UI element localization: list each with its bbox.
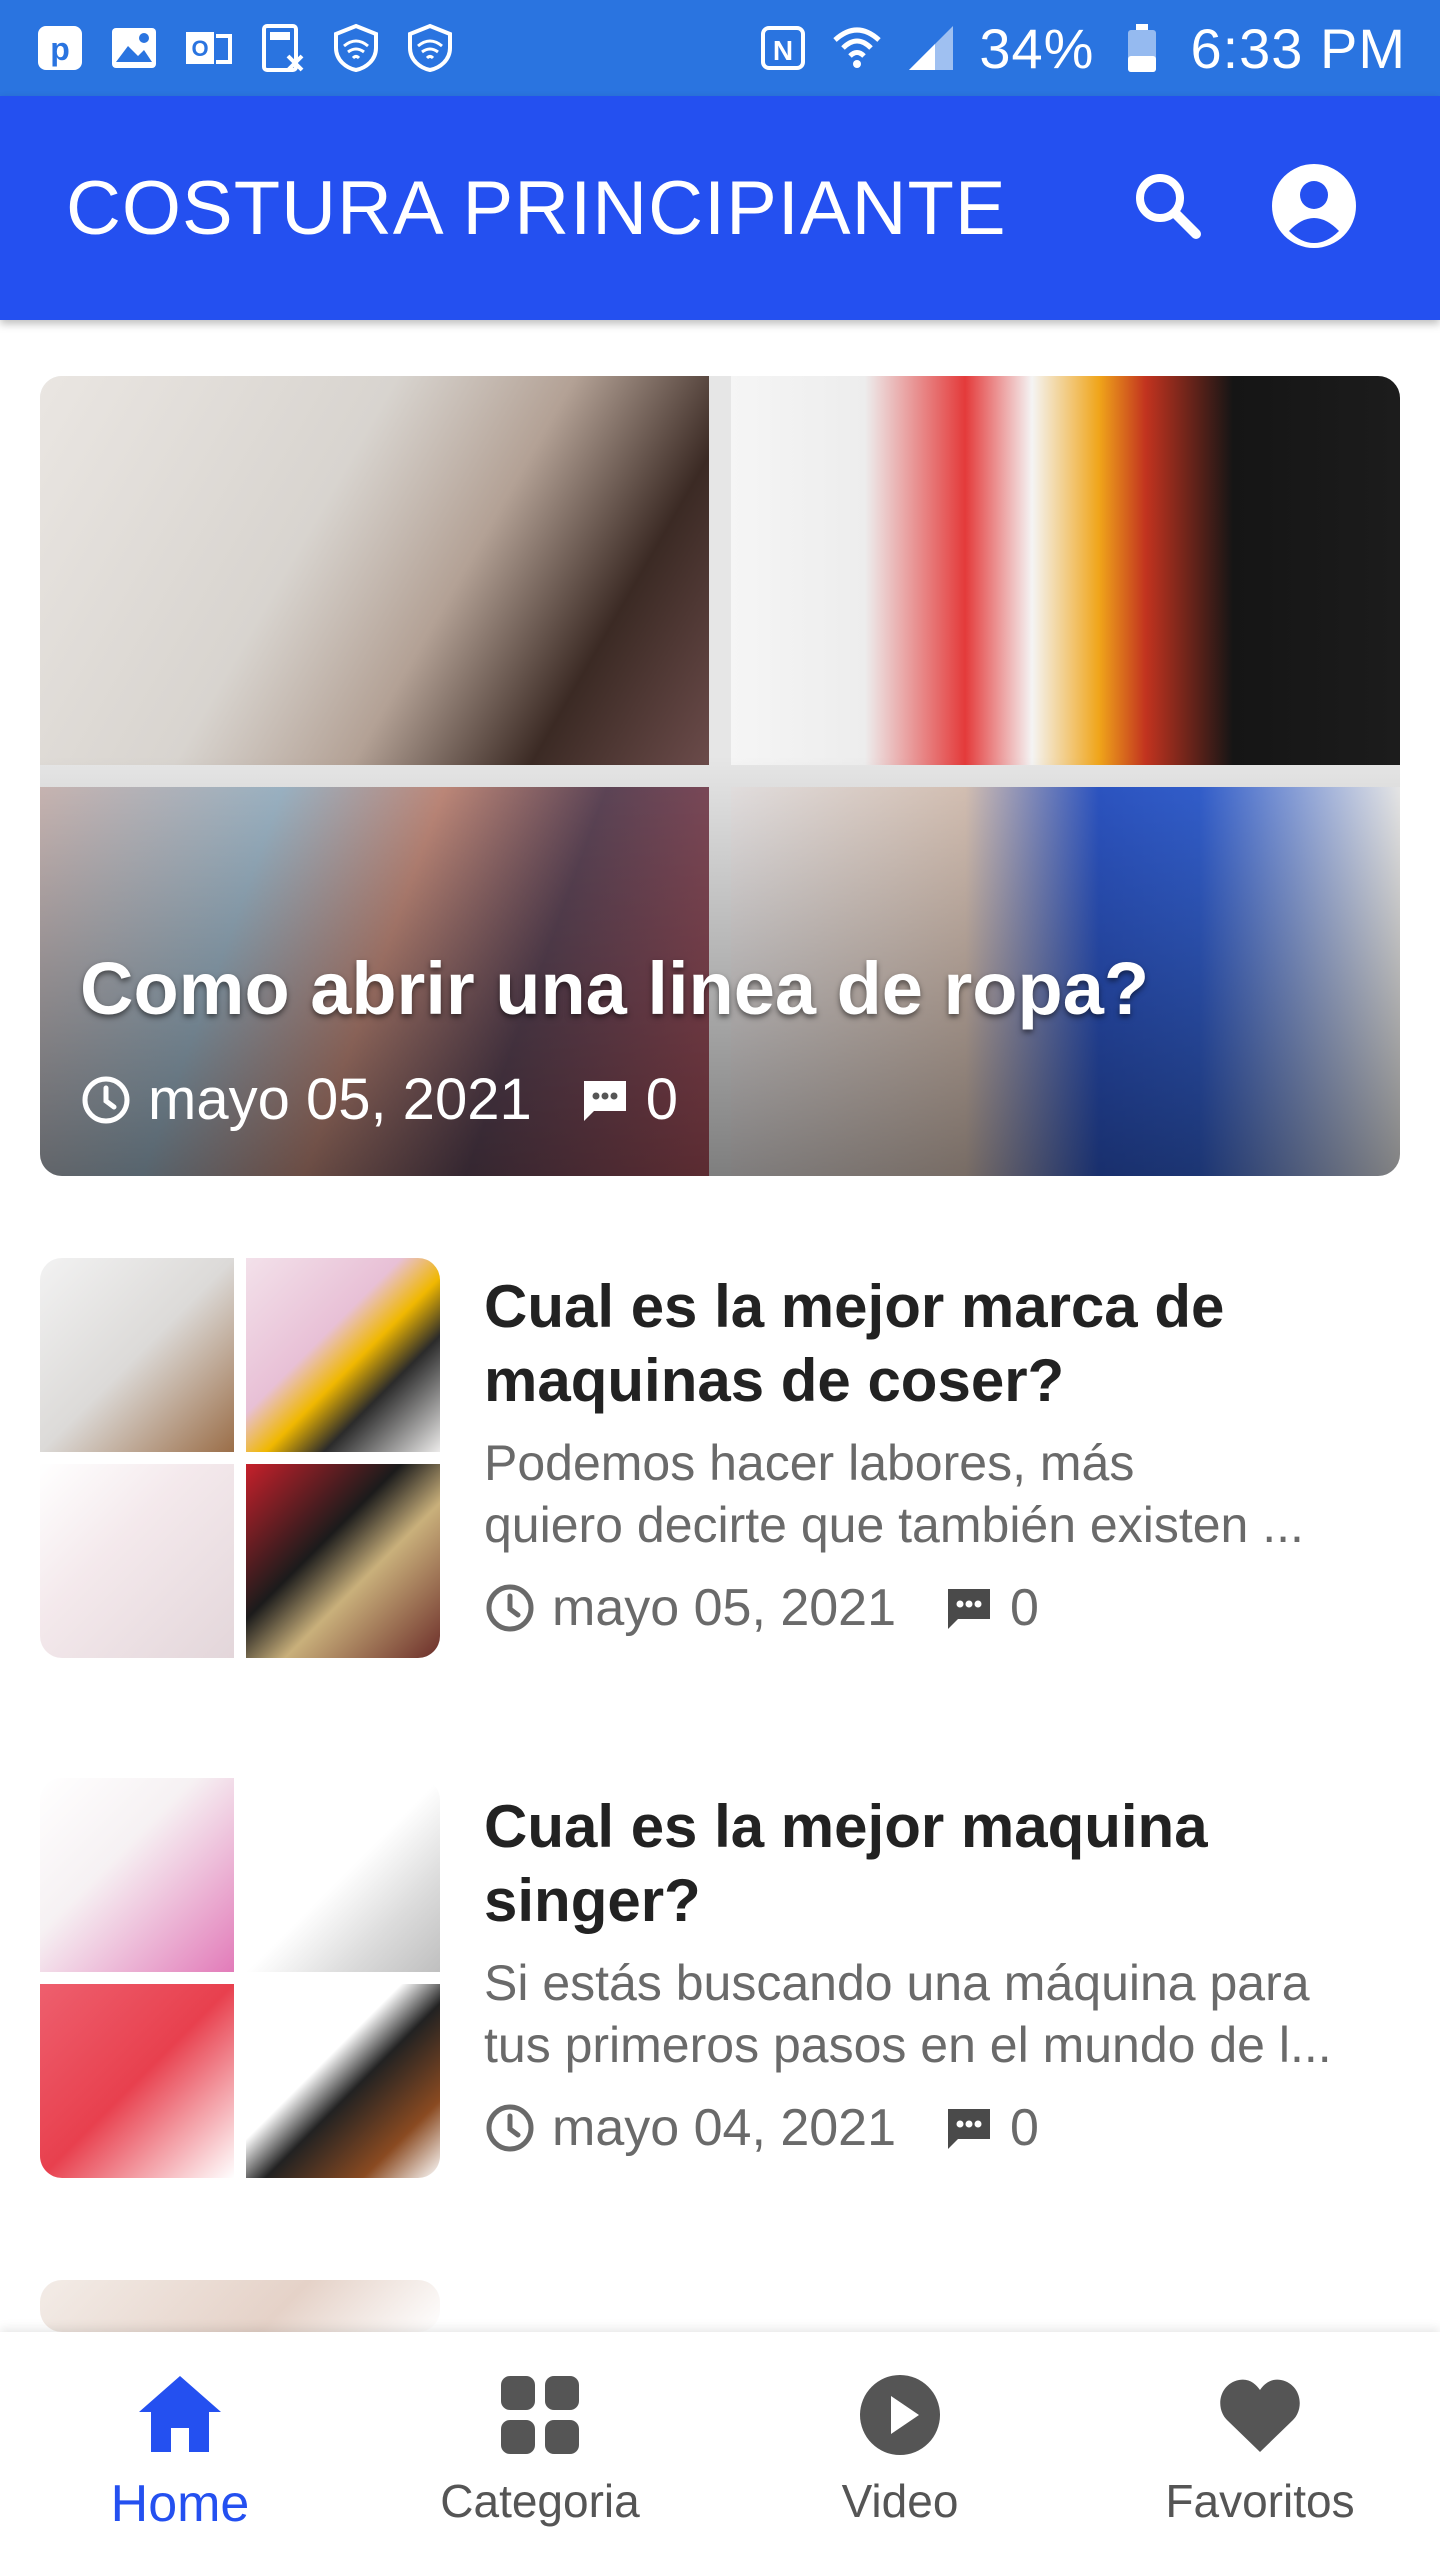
article-item[interactable]: Cual es la mejor marca de maquinas de co… [40, 1258, 1400, 1658]
thumbnail-image [246, 1258, 440, 1452]
nav-label: Home [110, 2475, 250, 2533]
featured-meta: mayo 05, 2021 0 [80, 1066, 678, 1133]
thumbnail-image [40, 1984, 234, 2178]
article-date: mayo 05, 2021 [552, 1579, 897, 1637]
article-meta: mayo 05, 2021 0 [484, 1578, 1384, 1638]
battery-percent: 34% [979, 16, 1095, 80]
status-bar: p O N 34% 6:33 PM [0, 0, 1440, 96]
app-title: COSTURA PRINCIPIANTE [66, 165, 1007, 251]
article-comment-count: 0 [1010, 1579, 1039, 1637]
article-item[interactable]: Cual es la mejor maquina singer? Si está… [40, 1778, 1400, 2178]
article-thumbnail [40, 1778, 440, 2178]
article-excerpt: Podemos hacer labores, más quiero decirt… [484, 1432, 1384, 1556]
article-comment-count: 0 [1010, 2099, 1039, 2157]
comment-icon [944, 2103, 994, 2153]
clock-icon [484, 2102, 536, 2154]
article-excerpt-line: Si estás buscando una máquina para [484, 1955, 1310, 2011]
account-button[interactable] [1254, 148, 1374, 268]
featured-title: Como abrir una linea de ropa? [80, 947, 1150, 1030]
article-excerpt: Si estás buscando una máquina para tus p… [484, 1952, 1384, 2076]
play-icon [855, 2370, 945, 2460]
status-bar-system: N 34% 6:33 PM [757, 16, 1406, 81]
thumbnail-image [246, 1778, 440, 1972]
article-thumbnail [40, 1258, 440, 1658]
svg-text:p: p [50, 31, 70, 67]
thumbnail-image [246, 1464, 440, 1658]
article-item[interactable] [40, 2280, 1400, 2332]
featured-image-designer [40, 376, 709, 765]
featured-article-card[interactable]: Como abrir una linea de ropa? mayo 05, 2… [40, 376, 1400, 1176]
nav-item-favoritos[interactable]: Favoritos [1080, 2332, 1440, 2560]
article-title-line: maquinas de coser? [484, 1347, 1065, 1414]
article-body: Cual es la mejor marca de maquinas de co… [484, 1270, 1384, 1638]
nav-label: Video [841, 2475, 959, 2527]
clock-icon [484, 1582, 536, 1634]
clock: 6:33 PM [1190, 16, 1406, 80]
article-excerpt-line: Podemos hacer labores, más [484, 1435, 1135, 1491]
article-title: Cual es la mejor marca de maquinas de co… [484, 1270, 1384, 1418]
thumbnail-image [40, 2280, 440, 2332]
nav-label: Categoria [440, 2475, 640, 2527]
article-title-line: singer? [484, 1867, 701, 1934]
search-icon [1128, 166, 1208, 251]
article-thumbnail [40, 2280, 440, 2332]
outlook-icon: O [182, 22, 234, 74]
article-title-line: Cual es la mejor marca de [484, 1273, 1225, 1340]
clock-icon [80, 1074, 132, 1126]
article-body: Cual es la mejor maquina singer? Si está… [484, 1790, 1384, 2158]
heart-icon [1215, 2370, 1305, 2460]
comment-icon [944, 1583, 994, 1633]
account-icon [1269, 161, 1359, 256]
article-excerpt-line: tus primeros pasos en el mundo de l... [484, 2017, 1332, 2073]
nav-item-categoria[interactable]: Categoria [360, 2332, 720, 2560]
thumbnail-image [246, 1984, 440, 2178]
thumbnail-image [40, 1258, 234, 1452]
home-icon [135, 2370, 225, 2460]
image-icon [108, 22, 160, 74]
svg-text:O: O [191, 36, 208, 61]
calculator-icon [256, 22, 308, 74]
status-bar-notifications: p O [34, 22, 456, 74]
svg-text:N: N [773, 35, 793, 66]
shield-icon [330, 22, 382, 74]
shield-icon [404, 22, 456, 74]
thumbnail-image [40, 1778, 234, 1972]
p-app-icon: p [34, 22, 86, 74]
comment-icon [580, 1075, 630, 1125]
thumbnail-image [40, 1464, 234, 1658]
wifi-icon [831, 22, 883, 74]
article-date: mayo 04, 2021 [552, 2099, 897, 2157]
search-button[interactable] [1108, 148, 1228, 268]
featured-image-shirts [731, 376, 1400, 765]
article-excerpt-line: quiero decirte que también existen ... [484, 1497, 1304, 1553]
app-bar: COSTURA PRINCIPIANTE [0, 96, 1440, 320]
signal-icon [905, 22, 957, 74]
battery-icon [1116, 22, 1168, 74]
nav-item-video[interactable]: Video [720, 2332, 1080, 2560]
featured-date: mayo 05, 2021 [148, 1067, 532, 1132]
nav-item-home[interactable]: Home [0, 2332, 360, 2560]
featured-comment-count: 0 [645, 1067, 678, 1132]
article-title: Cual es la mejor maquina singer? [484, 1790, 1384, 1938]
article-meta: mayo 04, 2021 0 [484, 2098, 1384, 2158]
article-title-line: Cual es la mejor maquina [484, 1793, 1208, 1860]
nfc-icon: N [757, 22, 809, 74]
category-icon [495, 2370, 585, 2460]
bottom-navigation: Home Categoria Video Favoritos [0, 2332, 1440, 2560]
nav-label: Favoritos [1165, 2475, 1355, 2527]
